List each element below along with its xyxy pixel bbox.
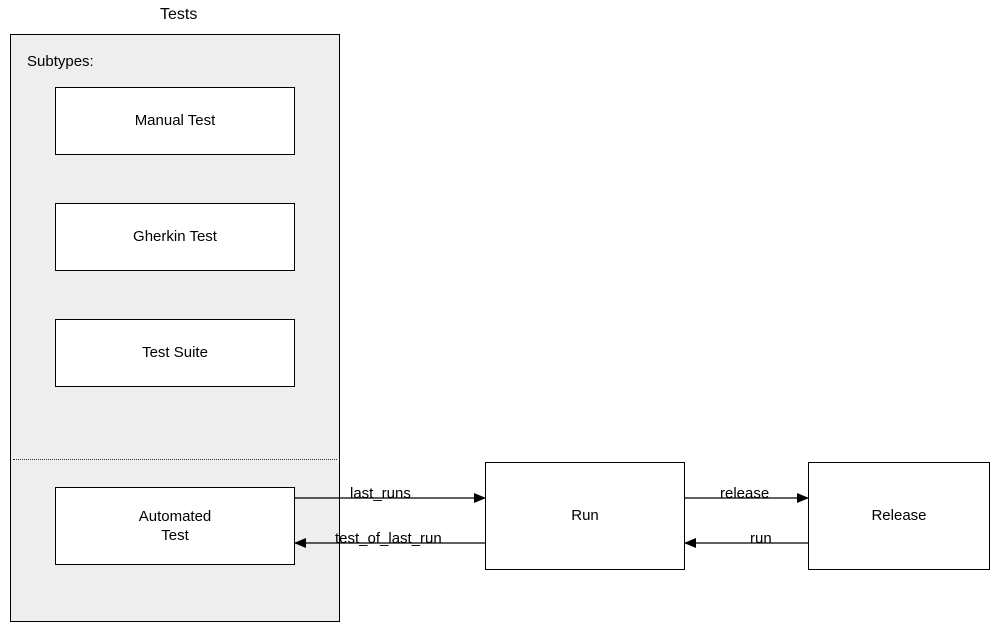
- tests-group: Subtypes: Manual Test Gherkin Test Test …: [10, 34, 340, 622]
- edge-label-last-runs: last_runs: [350, 485, 411, 502]
- edge-label-release: release: [720, 485, 769, 502]
- subtype-test-suite: Test Suite: [55, 319, 295, 387]
- separator-dotted: [13, 459, 337, 460]
- subtypes-label: Subtypes:: [27, 53, 94, 70]
- subtype-manual-test: Manual Test: [55, 87, 295, 155]
- release-box: Release: [808, 462, 990, 570]
- edge-label-run: run: [750, 530, 772, 547]
- run-box: Run: [485, 462, 685, 570]
- subtype-gherkin-test: Gherkin Test: [55, 203, 295, 271]
- edge-label-test-of-last-run: test_of_last_run: [335, 530, 442, 547]
- diagram-canvas: Tests Subtypes: Manual Test Gherkin Test…: [0, 0, 1003, 634]
- tests-title: Tests: [160, 6, 197, 24]
- automated-test-box: Automated Test: [55, 487, 295, 565]
